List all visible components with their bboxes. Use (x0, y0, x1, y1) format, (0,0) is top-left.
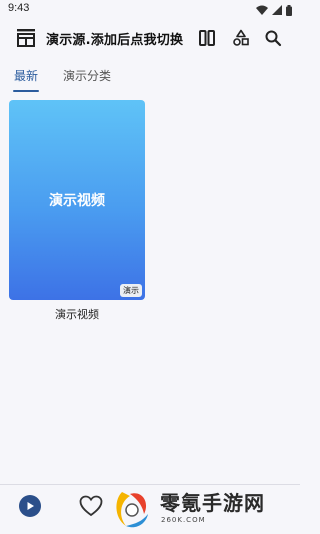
signal-icon (272, 5, 282, 15)
search-icon[interactable] (262, 27, 284, 49)
heart-icon[interactable] (79, 495, 103, 517)
shapes-filter-icon[interactable] (230, 27, 252, 49)
status-time: 9:43 (8, 2, 30, 14)
battery-icon (286, 4, 292, 16)
video-caption[interactable]: 演示视频 (9, 306, 145, 322)
site-watermark: 零氪手游网 260K.COM (108, 486, 300, 532)
watermark-title: 零氪手游网 (160, 491, 265, 515)
app-bar: 演示源.添加后点我切换 (0, 20, 300, 56)
active-tab-indicator (13, 90, 39, 92)
status-icons (256, 4, 292, 16)
video-cover-title: 演示视频 (49, 193, 105, 209)
play-icon[interactable] (19, 495, 41, 517)
wifi-icon (256, 5, 268, 15)
status-bar: 9:43 (0, 0, 300, 20)
video-badge: 演示 (120, 284, 142, 297)
video-source-icon[interactable] (15, 27, 37, 49)
layout-icon[interactable] (196, 27, 218, 49)
watermark-logo-icon (112, 488, 152, 530)
source-switch-title[interactable]: 演示源.添加后点我切换 (46, 29, 183, 48)
video-card[interactable]: 演示视频 演示 (9, 100, 145, 300)
tab-demo-category[interactable]: 演示分类 (63, 67, 111, 84)
watermark-domain: 260K.COM (161, 516, 206, 524)
tab-bar: 最新 演示分类 (0, 60, 300, 94)
tab-latest[interactable]: 最新 (14, 67, 38, 84)
